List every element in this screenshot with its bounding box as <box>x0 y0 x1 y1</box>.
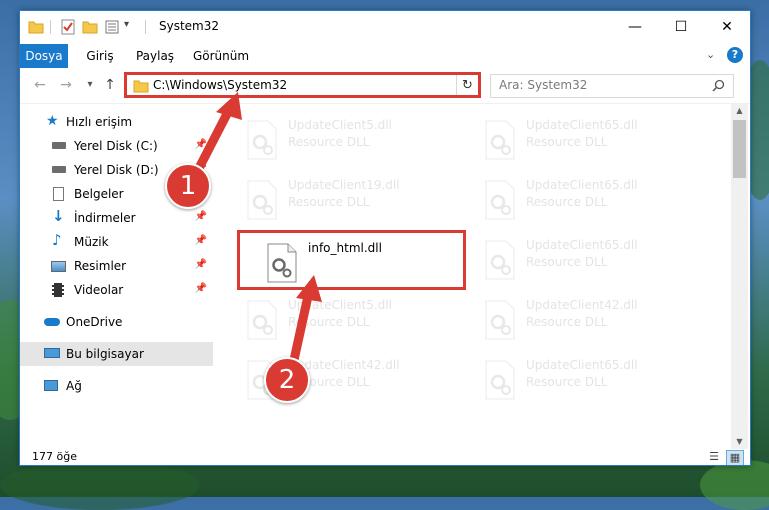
callout-arrows <box>193 92 322 365</box>
step-two-badge: 2 <box>264 357 310 403</box>
step-one-badge: 1 <box>165 163 211 209</box>
arrow-to-address-bar <box>193 92 242 175</box>
arrow-to-file <box>289 275 322 365</box>
